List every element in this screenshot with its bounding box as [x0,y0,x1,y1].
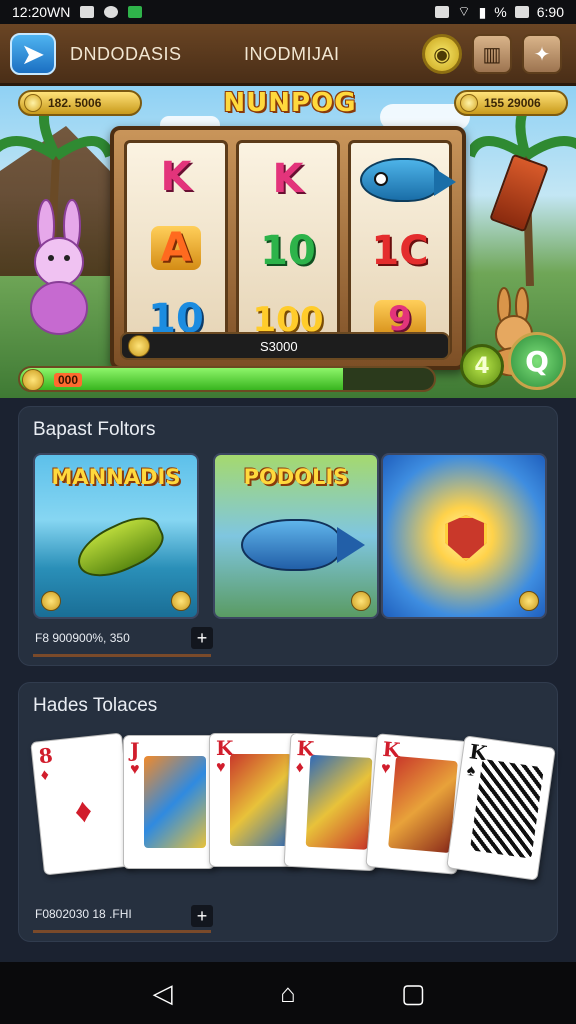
balance-left: 182. 5006 [18,90,142,116]
feature-card-mannadis[interactable]: MANNADIS [33,453,199,619]
features-title: Bapast Foltors [33,419,156,440]
slot-machine-hero: 182. 5006 NUNPOG 155 29006 K A 10 K 10 1… [0,86,576,398]
add-feature-button[interactable]: + [191,627,213,649]
hand-section: Hades Tolaces 8 ♦ ♦ J ♥ K ♥ K ♦ K ♥ K ♠ … [18,682,558,942]
battery-percent: % [494,4,507,20]
star-icon[interactable]: ✦ [522,34,562,74]
playing-card[interactable]: 8 ♦ ♦ [30,732,136,876]
card-art [469,758,545,859]
coin-badge-icon [519,591,539,611]
playing-card[interactable]: K ♠ [446,735,556,881]
reel-1: K A 10 [124,140,228,356]
card-art [305,754,373,850]
playing-card[interactable]: J ♥ [123,735,215,869]
status-bar: 12:20WN ⌔ ▮ % 6:90 [0,0,576,24]
card-suit: ♠ [465,761,477,780]
hand-meta: F0802030 18 .FHI + [33,899,213,933]
hand-meta-text: F0802030 18 .FHI [35,907,132,921]
status-time-right: 6:90 [536,4,564,20]
balance-right-value: 155 29006 [484,96,541,110]
features-meta: F8 900900%, 350 + [33,623,213,657]
card-art [388,755,458,854]
center-title: INODMIJAI [244,44,340,64]
bonus-button[interactable]: 4 [460,344,504,388]
recents-nav-icon[interactable]: ▢ [393,973,433,1013]
fish-symbol-icon [360,157,456,202]
symbol-k: K [272,156,304,202]
fish-icon [241,519,365,571]
settings-icon [104,6,119,18]
add-hand-button[interactable]: + [191,905,213,927]
fish-icon [69,508,171,588]
card-suit: ♥ [380,759,392,778]
notification-icon [128,6,143,18]
home-nav-icon[interactable]: ⌂ [268,973,308,1013]
feature-card-coins[interactable] [381,453,547,619]
card-art [144,756,206,848]
top-bar: ➤ DNDODASIS INODMIJAI ◉ ▥ ✦ [0,24,576,86]
win-display: S3000 [120,332,450,360]
card-suit: ♦ [295,759,305,777]
balance-left-value: 182. 5006 [48,96,102,110]
wifi-icon: ⌔ [457,3,471,19]
system-nav-bar: ◁ ⌂ ▢ [0,962,576,1024]
battery-icon [514,6,529,18]
coin-badge-icon [171,591,191,611]
bunny-character [30,199,88,335]
coin-icon [460,94,478,112]
shield-icon [445,515,487,561]
symbol-a: A [150,225,202,270]
feature-card-title: MANNADIS [51,465,181,489]
balance-right: 155 29006 [454,90,568,116]
progress-label: 000 [54,373,83,387]
coin-icon [128,335,150,357]
level-progress-bar: 000 [18,366,436,392]
game-title: NUNPOG [223,88,357,118]
card-suit: ♥ [216,759,226,776]
symbol-1c: 1C [371,227,429,274]
app-title: DNDODASIS [70,44,182,64]
feature-card-podolis[interactable]: PODOLIS [213,453,379,619]
win-value: S3000 [260,338,298,354]
coin-badge-icon [41,591,61,611]
spin-button[interactable]: Q [508,332,566,390]
book-icon[interactable]: ▥ [472,34,512,74]
back-arrow-icon[interactable]: ➤ [10,33,56,75]
features-section: Bapast Foltors MANNADIS PODOLIS F8 90090… [18,406,558,666]
signal-icon: ▮ [478,3,487,20]
vibrate-icon [435,6,450,18]
status-time: 12:20WN [12,4,71,20]
card-suit: ♥ [130,761,140,778]
card-suit: ♦ [39,766,50,785]
back-nav-icon[interactable]: ◁ [143,973,183,1013]
card-rank: J [130,738,140,762]
symbol-10: 10 [260,228,316,274]
reel-3: 1C 9 [348,140,456,356]
card-art [230,754,292,846]
coin-icon [24,94,42,112]
coin-badge-icon [351,591,371,611]
card-center-suit: ♦ [72,791,95,831]
card-rank: 8 [37,742,54,769]
message-icon [80,6,95,18]
level-icon [22,369,44,390]
feature-card-title: PODOLIS [243,465,349,489]
coin-icon[interactable]: ◉ [422,34,462,74]
symbol-k: K [160,154,192,201]
hand-title: Hades Tolaces [33,695,158,716]
features-meta-text: F8 900900%, 350 [35,631,130,645]
reel-2: K 10 100 [236,140,340,356]
